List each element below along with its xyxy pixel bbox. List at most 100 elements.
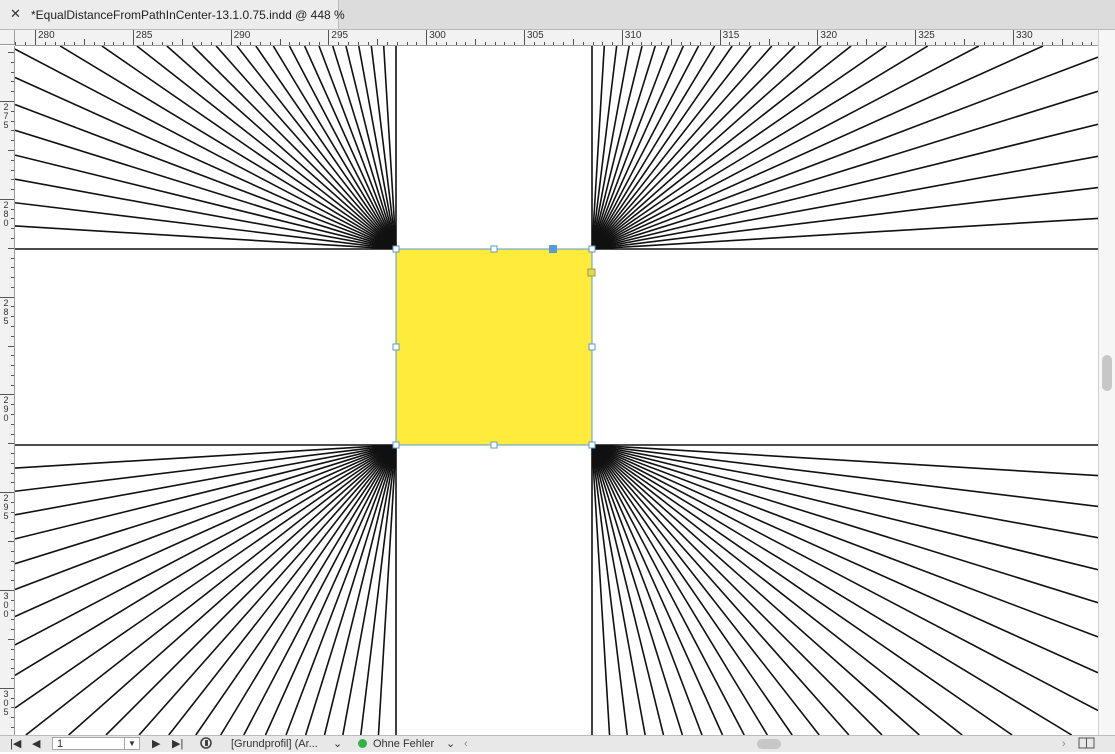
live-corner-handle[interactable]	[587, 268, 596, 277]
ruler-tick	[582, 42, 584, 45]
last-page-button[interactable]: ▶|	[172, 737, 183, 751]
ruler-tick	[572, 39, 574, 45]
selection-handle[interactable]	[392, 343, 400, 351]
ruler-tick	[11, 267, 14, 269]
ruler-tick	[1052, 42, 1054, 45]
ruler-tick	[8, 541, 14, 543]
page-number-field[interactable]: 1 ▼	[52, 737, 140, 750]
ruler-tick	[11, 277, 14, 278]
prev-page-button[interactable]: ◀	[32, 737, 40, 751]
ruler-tick	[915, 30, 917, 45]
ruler-label: 320	[820, 30, 838, 41]
ray-line-bottom-right	[591, 444, 920, 735]
close-icon[interactable]: ✕	[10, 6, 21, 22]
ruler-label: 300	[429, 30, 446, 41]
ruler-tick	[11, 91, 14, 93]
ruler-tick	[240, 42, 242, 45]
ruler-tick	[11, 130, 14, 132]
ruler-label: 325	[918, 30, 935, 41]
ruler-tick	[11, 697, 14, 699]
ruler-tick	[83, 39, 85, 45]
ray-line-top-right	[591, 217, 1098, 250]
ruler-label: 300	[3, 591, 9, 619]
ruler-tick	[670, 39, 672, 45]
selection-handle[interactable]	[490, 245, 498, 253]
ruler-tick	[11, 453, 14, 455]
ruler-tick	[11, 237, 14, 239]
ruler-tick	[1071, 42, 1073, 45]
errors-dropdown-chevron-icon[interactable]: ⌄	[446, 737, 455, 751]
ruler-tick	[142, 42, 144, 45]
ray-line-bottom-left	[105, 444, 397, 735]
ruler-tick	[514, 42, 516, 45]
ruler-tick	[123, 42, 124, 45]
profile-label[interactable]: [Grundprofil] (Ar...	[231, 737, 318, 751]
ruler-tick	[279, 39, 281, 45]
ray-line-top-left	[15, 48, 397, 250]
ruler-tick	[807, 42, 809, 45]
selection-handle[interactable]	[588, 343, 596, 351]
chevron-down-icon[interactable]: ▼	[124, 738, 139, 749]
ruler-tick	[1022, 42, 1024, 45]
ruler-tick	[758, 42, 760, 45]
ruler-tick	[11, 61, 14, 63]
errors-label[interactable]: Ohne Fehler	[373, 737, 434, 751]
ruler-tick	[993, 42, 995, 45]
scroll-left-icon[interactable]: ‹	[464, 737, 468, 751]
ruler-tick	[25, 42, 27, 45]
ruler-tick	[11, 218, 14, 220]
vertical-scroll-thumb[interactable]	[1102, 355, 1112, 391]
ruler-tick	[592, 42, 594, 45]
selection-handle[interactable]	[392, 441, 400, 449]
content-grabber-handle[interactable]	[549, 245, 557, 253]
status-bar: |◀ ◀ 1 ▼ ▶ ▶| [Grundprofil] (Ar... ⌄ Ohn…	[0, 735, 1115, 752]
ruler-tick	[11, 110, 14, 112]
ruler-tick	[113, 42, 115, 45]
ruler-tick	[11, 462, 14, 464]
page-number-value: 1	[57, 738, 64, 750]
scroll-right-icon[interactable]: ›	[1062, 737, 1066, 751]
ray-line-bottom-right	[591, 444, 724, 735]
preflight-icon[interactable]	[199, 736, 215, 750]
ray-line-bottom-right	[591, 444, 1098, 712]
ruler-tick	[484, 42, 486, 45]
document-tab-bar: ✕ *EqualDistanceFromPathInCenter-13.1.0.…	[0, 0, 1115, 30]
ruler-tick	[1032, 42, 1034, 45]
ruler-tick	[11, 365, 14, 367]
ruler-tick	[74, 42, 76, 45]
horizontal-ruler[interactable]: 280 285 290 295 300 305 310 315 320 325 330	[15, 30, 1098, 46]
ruler-tick	[44, 42, 46, 45]
ray-line-top-left	[303, 46, 397, 250]
ruler-tick	[8, 149, 14, 151]
split-view-icon[interactable]	[1078, 736, 1096, 750]
ruler-tick	[11, 316, 14, 318]
ruler-label: 285	[3, 297, 9, 326]
ruler-tick	[11, 179, 14, 181]
vertical-scrollbar[interactable]	[1098, 30, 1115, 735]
document-canvas[interactable]	[15, 46, 1098, 735]
ray-line-top-right	[591, 46, 643, 250]
ray-line-top-right	[591, 123, 1098, 250]
ruler-tick	[11, 325, 14, 327]
ruler-label: 295	[331, 30, 349, 41]
ruler-tick	[739, 42, 741, 45]
ruler-tick	[11, 648, 14, 650]
selection-handle[interactable]	[588, 441, 596, 449]
horizontal-scroll-thumb[interactable]	[757, 739, 781, 749]
profile-dropdown-chevron-icon[interactable]: ⌄	[333, 737, 342, 751]
selection-handle[interactable]	[490, 441, 498, 449]
ruler-tick	[905, 42, 907, 45]
ray-line-top-left	[15, 154, 397, 250]
first-page-button[interactable]: |◀	[10, 737, 21, 751]
ruler-tick	[563, 42, 565, 45]
ruler-tick	[11, 511, 14, 513]
selection-handle[interactable]	[588, 245, 596, 253]
vertical-ruler[interactable]: 275 280 285 290 295 300 305	[0, 46, 15, 735]
ruler-tick	[171, 42, 173, 45]
selected-yellow-rectangle[interactable]	[395, 248, 593, 446]
ruler-origin[interactable]	[0, 30, 15, 45]
selection-handle[interactable]	[392, 245, 400, 253]
ray-line-bottom-right	[591, 444, 1098, 477]
next-page-button[interactable]: ▶	[152, 737, 160, 751]
document-tab[interactable]: ✕ *EqualDistanceFromPathInCenter-13.1.0.…	[0, 0, 345, 29]
